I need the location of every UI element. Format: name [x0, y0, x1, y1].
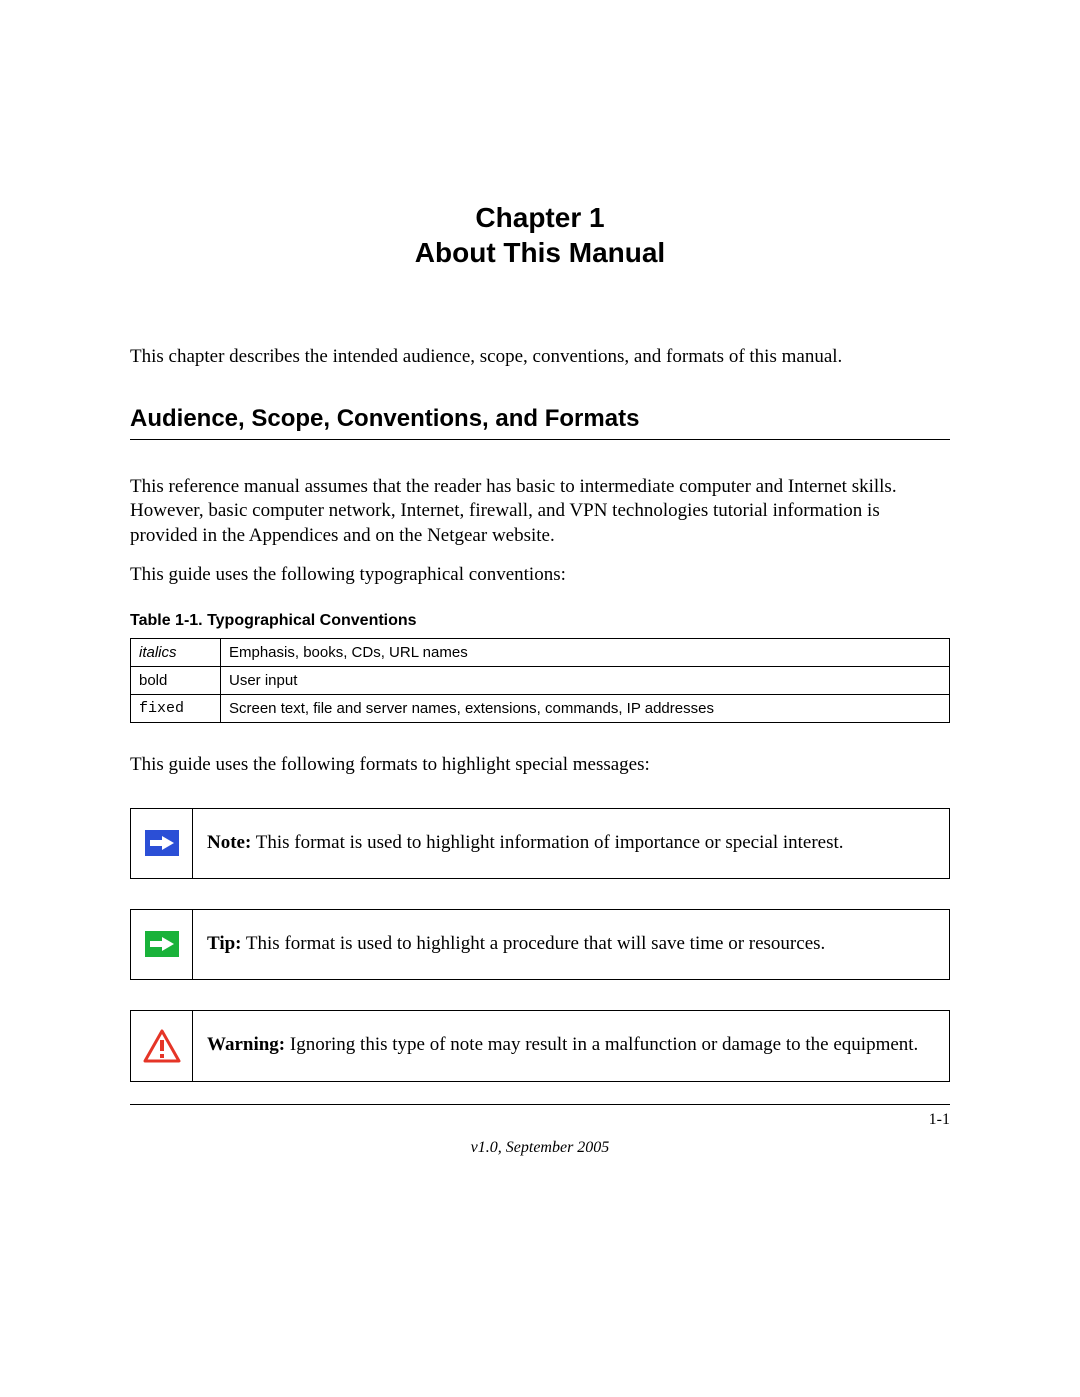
table-cell-desc: Screen text, file and server names, exte…: [221, 695, 950, 723]
warning-icon-cell: [131, 1011, 193, 1081]
table-cell-label: fixed: [131, 695, 221, 723]
conventions-table: italics Emphasis, books, CDs, URL names …: [130, 638, 950, 723]
warning-label: Warning:: [207, 1034, 285, 1055]
warning-callout: Warning: Ignoring this type of note may …: [130, 1010, 950, 1082]
note-label: Note:: [207, 832, 251, 853]
body-paragraph-3: This guide uses the following formats to…: [130, 753, 950, 778]
body-paragraph-1: This reference manual assumes that the r…: [130, 475, 950, 549]
chapter-number: Chapter 1: [130, 200, 950, 235]
warning-triangle-icon: [143, 1029, 181, 1063]
footer-rule: 1-1: [130, 1104, 950, 1129]
tip-label: Tip:: [207, 933, 242, 954]
document-page: Chapter 1 About This Manual This chapter…: [0, 0, 1080, 1217]
section-heading: Audience, Scope, Conventions, and Format…: [130, 405, 950, 440]
chapter-title: About This Manual: [130, 235, 950, 270]
chapter-heading: Chapter 1 About This Manual: [130, 200, 950, 270]
note-callout: Note: This format is used to highlight i…: [130, 808, 950, 879]
tip-text: Tip: This format is used to highlight a …: [193, 910, 949, 979]
table-caption: Table 1-1. Typographical Conventions: [130, 612, 950, 630]
body-paragraph-2: This guide uses the following typographi…: [130, 563, 950, 588]
table-cell-label: bold: [131, 667, 221, 695]
table-row: fixed Screen text, file and server names…: [131, 695, 950, 723]
note-text: Note: This format is used to highlight i…: [193, 809, 949, 878]
table-row: bold User input: [131, 667, 950, 695]
page-number: 1-1: [929, 1111, 950, 1129]
warning-text: Warning: Ignoring this type of note may …: [193, 1011, 949, 1081]
table-row: italics Emphasis, books, CDs, URL names: [131, 639, 950, 667]
table-cell-desc: User input: [221, 667, 950, 695]
arrow-right-icon: [145, 931, 179, 957]
intro-paragraph: This chapter describes the intended audi…: [130, 345, 950, 370]
footer-version: v1.0, September 2005: [130, 1139, 950, 1157]
note-icon-cell: [131, 809, 193, 878]
tip-body: This format is used to highlight a proce…: [242, 933, 826, 954]
arrow-right-icon: [145, 830, 179, 856]
note-body: This format is used to highlight informa…: [251, 832, 843, 853]
tip-icon-cell: [131, 910, 193, 979]
table-cell-label: italics: [131, 639, 221, 667]
warning-body: Ignoring this type of note may result in…: [285, 1034, 918, 1055]
table-cell-desc: Emphasis, books, CDs, URL names: [221, 639, 950, 667]
tip-callout: Tip: This format is used to highlight a …: [130, 909, 950, 980]
